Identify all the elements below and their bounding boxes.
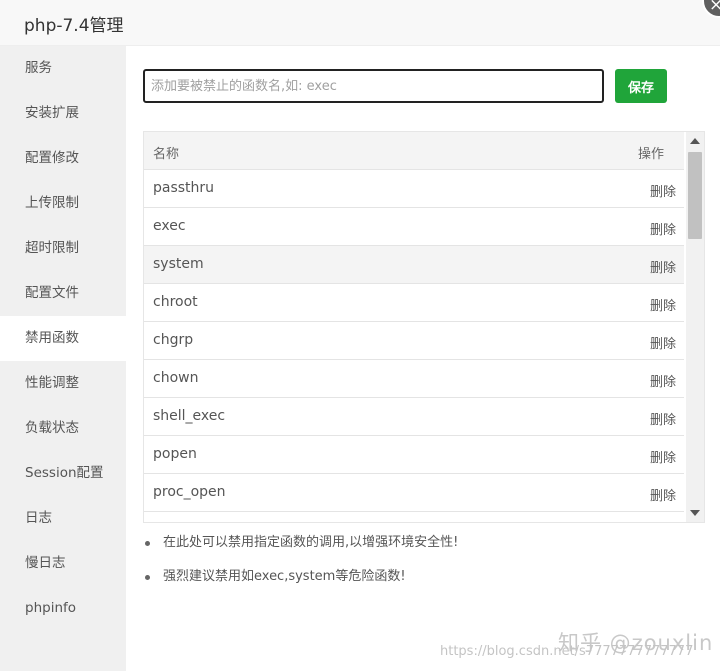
table-row: popen 删除 bbox=[144, 436, 684, 474]
function-name: exec bbox=[153, 218, 186, 234]
delete-link[interactable]: 删除 bbox=[650, 409, 676, 428]
table-row: chown 删除 bbox=[144, 360, 684, 398]
column-header-name: 名称 bbox=[153, 147, 180, 162]
sidebar-item-config-edit[interactable]: 配置修改 bbox=[0, 136, 126, 181]
table-row-partial bbox=[144, 512, 684, 522]
sidebar-item-session-config[interactable]: Session配置 bbox=[0, 451, 126, 496]
sidebar-item-upload-limit[interactable]: 上传限制 bbox=[0, 181, 126, 226]
function-name: proc_open bbox=[153, 484, 226, 500]
delete-link[interactable]: 删除 bbox=[650, 485, 676, 504]
scroll-up-arrow-icon[interactable] bbox=[690, 138, 700, 144]
function-name: system bbox=[153, 256, 204, 272]
sidebar: 服务 安装扩展 配置修改 上传限制 超时限制 配置文件 禁用函数 性能调整 负载… bbox=[0, 46, 126, 671]
table-scrollbar[interactable] bbox=[686, 132, 704, 522]
function-name: chgrp bbox=[153, 332, 194, 348]
column-header-operation: 操作 bbox=[637, 147, 664, 162]
watermark-url: https://blog.csdn.net/s7777777777777 bbox=[440, 644, 694, 659]
delete-link[interactable]: 删除 bbox=[650, 181, 676, 200]
delete-link[interactable]: 删除 bbox=[650, 257, 676, 276]
table-row: exec 删除 bbox=[144, 208, 684, 246]
window-title: php-7.4管理 bbox=[24, 16, 124, 36]
delete-link[interactable]: 删除 bbox=[650, 333, 676, 352]
scroll-down-arrow-icon[interactable] bbox=[690, 510, 700, 516]
table-row: passthru 删除 bbox=[144, 170, 684, 208]
delete-link[interactable]: 删除 bbox=[650, 447, 676, 466]
sidebar-item-load-status[interactable]: 负载状态 bbox=[0, 406, 126, 451]
scroll-thumb[interactable] bbox=[688, 152, 702, 239]
sidebar-item-service[interactable]: 服务 bbox=[0, 46, 126, 91]
save-button[interactable]: 保存 bbox=[615, 69, 667, 103]
sidebar-item-install-extensions[interactable]: 安装扩展 bbox=[0, 91, 126, 136]
table-row: system 删除 bbox=[144, 246, 684, 284]
php-manager-window: php-7.4管理 服务 安装扩展 配置修改 上传限制 超时限制 配置文件 禁用… bbox=[0, 0, 720, 671]
sidebar-item-logs[interactable]: 日志 bbox=[0, 496, 126, 541]
function-name-input[interactable] bbox=[143, 69, 604, 103]
sidebar-item-disabled-functions[interactable]: 禁用函数 bbox=[0, 316, 126, 361]
sidebar-item-phpinfo[interactable]: phpinfo bbox=[0, 586, 126, 631]
table-header: 名称 操作 bbox=[144, 132, 684, 170]
table-row: chroot 删除 bbox=[144, 284, 684, 322]
disabled-functions-table: 名称 操作 passthru 删除 exec 删除 system 删除 chro… bbox=[143, 131, 705, 523]
title-bar: php-7.4管理 bbox=[0, 0, 720, 46]
function-name: popen bbox=[153, 446, 197, 462]
help-note: 在此处可以禁用指定函数的调用,以增强环境安全性! bbox=[145, 533, 458, 567]
function-name: chown bbox=[153, 370, 199, 386]
sidebar-item-timeout-limit[interactable]: 超时限制 bbox=[0, 226, 126, 271]
table-row: chgrp 删除 bbox=[144, 322, 684, 360]
function-name: passthru bbox=[153, 180, 215, 196]
delete-link[interactable]: 删除 bbox=[650, 219, 676, 238]
help-notes: 在此处可以禁用指定函数的调用,以增强环境安全性! 强烈建议禁用如exec,sys… bbox=[145, 533, 458, 601]
sidebar-item-config-file[interactable]: 配置文件 bbox=[0, 271, 126, 316]
help-note: 强烈建议禁用如exec,system等危险函数! bbox=[145, 567, 458, 601]
delete-link[interactable]: 删除 bbox=[650, 371, 676, 390]
delete-link[interactable]: 删除 bbox=[650, 295, 676, 314]
function-name: shell_exec bbox=[153, 408, 226, 424]
sidebar-item-performance[interactable]: 性能调整 bbox=[0, 361, 126, 406]
table-row: shell_exec 删除 bbox=[144, 398, 684, 436]
function-name: chroot bbox=[153, 294, 198, 310]
sidebar-item-slow-logs[interactable]: 慢日志 bbox=[0, 541, 126, 586]
table-row: proc_open 删除 bbox=[144, 474, 684, 512]
